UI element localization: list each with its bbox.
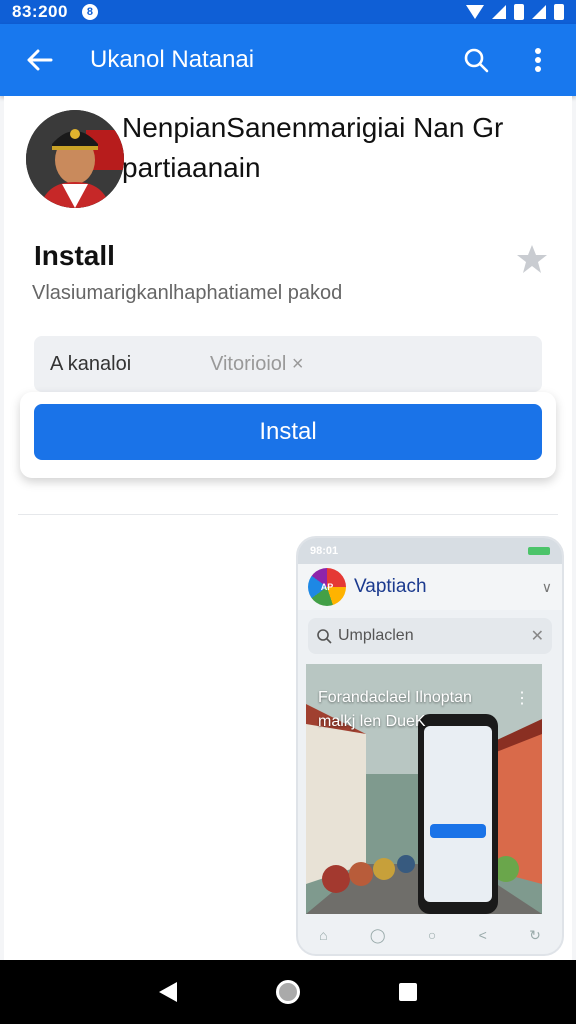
app-bar: Ukanol Natanai <box>0 24 576 96</box>
nav-home-button[interactable] <box>275 980 300 1004</box>
notification-icon: 8 <box>81 4 98 20</box>
nav-back-button[interactable] <box>159 982 178 1002</box>
preview-search-placeholder: Umplaclen <box>338 627 414 644</box>
section-subtitle: Vlasiumarigkanlhaphatiamel pakod <box>32 282 343 304</box>
search-icon <box>464 48 489 73</box>
status-icons <box>466 4 564 20</box>
favorite-button[interactable] <box>516 244 548 279</box>
field-label: A kanaloi <box>50 352 132 375</box>
battery-icon <box>514 4 524 20</box>
status-time: 83:200 <box>12 2 68 21</box>
preview-search-bar: Umplaclen ✕ <box>308 618 552 654</box>
battery-icon <box>554 4 564 20</box>
system-navigation-bar <box>0 960 576 1024</box>
star-icon <box>517 245 547 273</box>
profile-header <box>26 110 124 208</box>
more-vertical-icon <box>535 48 541 72</box>
install-button[interactable]: Instal <box>34 404 542 460</box>
selection-field[interactable]: A kanaloi Vitorioiol × <box>34 336 542 392</box>
back-button[interactable] <box>18 38 62 82</box>
bookmark-icon: ◯ <box>369 926 386 943</box>
close-icon: ✕ <box>530 628 544 645</box>
signal-icon <box>532 5 546 19</box>
app-title: Ukanol Natanai <box>90 46 255 73</box>
overflow-menu-button[interactable] <box>518 40 558 80</box>
nav-recents-button[interactable] <box>398 983 417 1001</box>
preview-photo: Forandaclael Ilnoptan malkj len DueK ⋮ <box>306 664 542 914</box>
search-icon <box>317 629 332 644</box>
main-content: NenpianSanenmarigiai Nan Gr partiaanain … <box>4 96 572 960</box>
preview-status-bar: 98:01 <box>298 538 562 564</box>
avatar-image <box>26 110 124 208</box>
preview-bottom-nav: ⌂ ◯ ○ < ↻ <box>298 920 562 950</box>
back-icon: < <box>478 927 487 943</box>
preview-battery-icon <box>528 547 550 555</box>
preview-app-name: Vaptiach <box>354 576 427 597</box>
profile-name: NenpianSanenmarigiai Nan Gr partiaanain <box>122 112 504 183</box>
wifi-icon <box>466 5 484 19</box>
preview-photo-caption: Forandaclael Ilnoptan malkj len DueK <box>318 689 472 730</box>
signal-icon <box>492 5 506 19</box>
preview-header: AP Vaptiach ∨ <box>298 564 562 610</box>
more-vertical-icon[interactable]: ⋮ <box>514 688 530 708</box>
search-button[interactable] <box>456 40 496 80</box>
avatar[interactable] <box>26 110 124 208</box>
refresh-icon: ↻ <box>529 926 541 943</box>
preview-app-logo: AP <box>308 568 346 606</box>
circle-icon: ○ <box>427 927 437 943</box>
divider <box>18 514 558 515</box>
app-preview-screenshot[interactable]: 98:01 AP Vaptiach ∨ Umplaclen ✕ Forandac… <box>296 536 564 956</box>
home-icon: ⌂ <box>319 927 328 943</box>
preview-status-time: 98:01 <box>310 545 339 557</box>
status-bar: 83:200 8 <box>0 0 576 24</box>
arrow-left-icon <box>27 49 53 71</box>
section-title: Install <box>34 240 115 271</box>
field-value[interactable]: Vitorioiol × <box>210 353 304 376</box>
chevron-down-icon: ∨ <box>541 578 552 595</box>
install-card: Instal <box>20 392 556 478</box>
